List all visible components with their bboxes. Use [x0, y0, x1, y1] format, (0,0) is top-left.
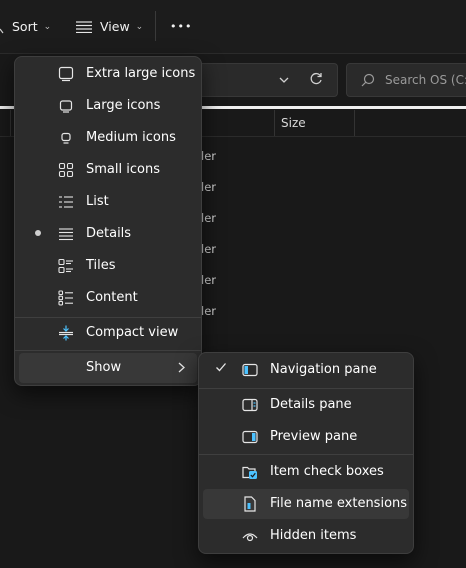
- menu-item-label: Hidden items: [270, 528, 357, 543]
- menu-item-compact-view[interactable]: Compact view: [19, 318, 197, 348]
- menu-item-large-icons[interactable]: Large icons: [19, 91, 197, 121]
- menu-item-label: File name extensions: [270, 496, 408, 511]
- menu-item-details[interactable]: Details: [19, 219, 197, 249]
- medium-icons-icon: [57, 129, 75, 147]
- menu-item-label: Small icons: [86, 162, 160, 177]
- column-divider: [10, 110, 11, 136]
- more-icon: •••: [170, 20, 193, 33]
- list-item[interactable]: ler: [201, 242, 216, 256]
- menu-separator: [199, 388, 413, 389]
- chevron-down-icon: ⌄: [43, 21, 52, 32]
- menu-item-details-pane[interactable]: Details pane: [203, 390, 409, 420]
- menu-item-navigation-pane[interactable]: Navigation pane: [203, 355, 409, 385]
- preview-pane-icon: [241, 428, 259, 446]
- menu-item-label: Navigation pane: [270, 362, 377, 377]
- menu-item-label: Large icons: [86, 98, 161, 113]
- extra-large-icons-icon: [57, 65, 75, 83]
- search-placeholder: Search OS (C:): [385, 73, 466, 87]
- column-divider[interactable]: [274, 110, 275, 136]
- refresh-icon[interactable]: [309, 72, 323, 86]
- checkmark-icon: [215, 361, 227, 377]
- compact-view-icon: [57, 324, 75, 342]
- sort-button[interactable]: Sort ⌄: [0, 0, 51, 53]
- chevron-down-icon: ⌄: [135, 21, 144, 32]
- column-divider[interactable]: [354, 110, 355, 136]
- address-bar[interactable]: [196, 63, 338, 97]
- menu-item-extra-large-icons[interactable]: Extra large icons: [19, 59, 197, 89]
- list-item[interactable]: ler: [201, 273, 216, 287]
- view-label: View: [100, 19, 130, 34]
- chevron-down-icon: [279, 77, 289, 83]
- sort-icon: [0, 28, 4, 33]
- column-size[interactable]: Size: [281, 116, 306, 130]
- list-icon: [57, 193, 75, 211]
- menu-item-label: Tiles: [86, 258, 116, 273]
- menu-item-tiles[interactable]: Tiles: [19, 251, 197, 281]
- toolbar-divider: [155, 11, 156, 41]
- view-icon: [76, 20, 92, 33]
- menu-item-file-name-extensions[interactable]: File name extensions: [203, 489, 409, 519]
- selected-bullet-icon: [35, 230, 41, 236]
- more-options-button[interactable]: •••: [170, 0, 192, 53]
- menu-item-label: Show: [86, 360, 122, 375]
- search-icon: [361, 73, 375, 87]
- menu-item-label: Medium icons: [86, 130, 176, 145]
- menu-item-label: Extra large icons: [86, 66, 196, 81]
- content-icon: [57, 289, 75, 307]
- view-button[interactable]: View ⌄: [76, 0, 143, 53]
- menu-item-preview-pane[interactable]: Preview pane: [203, 422, 409, 452]
- view-menu: Extra large icons Large icons Medium ico…: [14, 56, 202, 386]
- list-item[interactable]: ler: [201, 304, 216, 318]
- show-submenu: Navigation pane Details pane Preview pan…: [198, 352, 414, 554]
- navigation-pane-icon: [241, 361, 259, 379]
- sort-label: Sort: [12, 19, 38, 34]
- list-item[interactable]: ler: [201, 211, 216, 225]
- details-icon: [57, 225, 75, 243]
- menu-item-label: Item check boxes: [270, 464, 384, 479]
- menu-item-label: Details: [86, 226, 132, 241]
- menu-item-label: List: [86, 194, 109, 209]
- menu-separator: [15, 350, 201, 351]
- small-icons-icon: [57, 161, 75, 179]
- menu-item-medium-icons[interactable]: Medium icons: [19, 123, 197, 153]
- menu-item-list[interactable]: List: [19, 187, 197, 217]
- menu-item-label: Preview pane: [270, 429, 358, 444]
- menu-item-item-check-boxes[interactable]: Item check boxes: [203, 457, 409, 487]
- command-bar: Sort ⌄ View ⌄ •••: [0, 0, 466, 54]
- details-pane-icon: [241, 396, 259, 414]
- tiles-icon: [57, 257, 75, 275]
- search-box[interactable]: Search OS (C:): [346, 63, 466, 97]
- list-item[interactable]: ler: [201, 149, 216, 163]
- menu-item-show[interactable]: Show: [19, 353, 197, 383]
- file-name-extensions-icon: [241, 495, 259, 513]
- chevron-right-icon: [178, 362, 185, 377]
- menu-item-hidden-items[interactable]: Hidden items: [203, 521, 409, 551]
- menu-item-label: Content: [86, 290, 138, 305]
- hidden-items-icon: [241, 527, 259, 545]
- menu-item-small-icons[interactable]: Small icons: [19, 155, 197, 185]
- menu-separator: [199, 454, 413, 455]
- list-item[interactable]: ler: [201, 180, 216, 194]
- menu-item-label: Compact view: [86, 325, 179, 340]
- large-icons-icon: [57, 97, 75, 115]
- menu-item-label: Details pane: [270, 397, 352, 412]
- menu-item-content[interactable]: Content: [19, 283, 197, 313]
- item-check-boxes-icon: [241, 463, 259, 481]
